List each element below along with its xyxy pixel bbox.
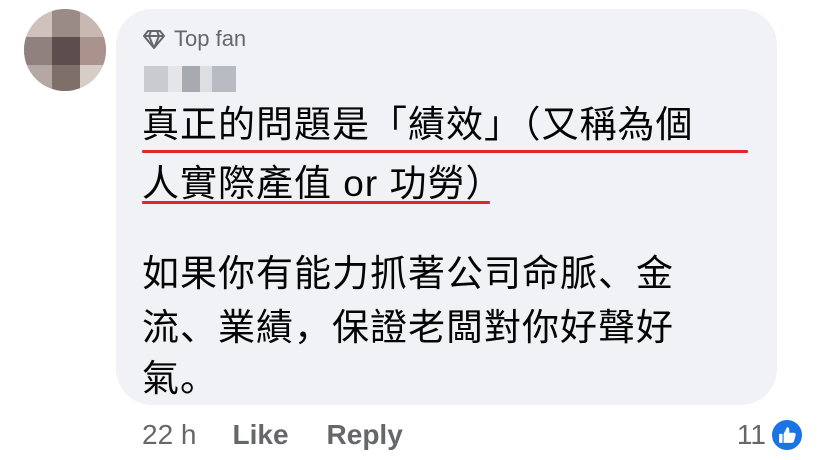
- diamond-icon: [143, 30, 165, 49]
- top-fan-label: Top fan: [174, 26, 247, 51]
- reply-button[interactable]: Reply: [327, 419, 403, 451]
- top-fan-badge: Top fan: [142, 24, 246, 54]
- comment-timestamp[interactable]: 22 h: [142, 419, 197, 451]
- reaction-summary[interactable]: 11: [737, 416, 804, 454]
- highlight-underline: [142, 150, 748, 153]
- comment-text-line: 真正的問題是「績效」（又稱為個: [142, 104, 694, 145]
- highlight-underline: [142, 201, 490, 204]
- thumbs-up-icon: [770, 418, 804, 452]
- avatar[interactable]: [24, 9, 106, 91]
- reaction-count: 11: [736, 419, 766, 450]
- comment-actions: 22 h Like Reply: [142, 416, 441, 454]
- comment-text-line: 人實際產值 or 功勞）: [142, 163, 504, 204]
- like-button[interactable]: Like: [233, 419, 289, 451]
- comment-author-name[interactable]: [144, 66, 236, 92]
- comment-text-line: 流、業績，保證老闆對你好聲好: [142, 307, 674, 348]
- comment-text-line: 氣。: [142, 358, 218, 399]
- comment-text-line: 如果你有能力抓著公司命脈、金: [142, 253, 674, 294]
